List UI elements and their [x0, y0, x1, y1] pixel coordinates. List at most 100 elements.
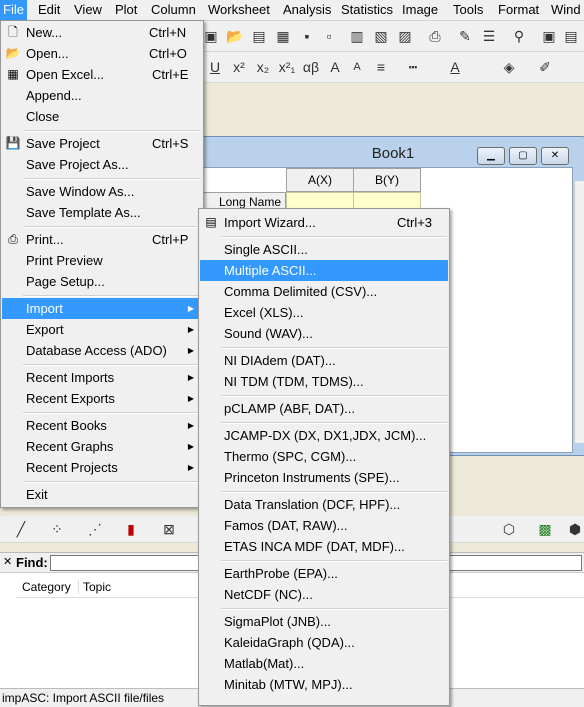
- scatter-plot-icon[interactable]: ⁘: [48, 520, 66, 538]
- line-symbol-plot-icon[interactable]: ⋰: [86, 520, 104, 538]
- column-topic[interactable]: Topic: [78, 580, 111, 594]
- file-menu-recent-imports[interactable]: Recent Imports ▶: [2, 367, 202, 388]
- align-icon[interactable]: ≡: [372, 58, 390, 76]
- import-kaleidagraph[interactable]: KaleidaGraph (QDA)...: [200, 632, 448, 653]
- save-template-icon[interactable]: ▫: [320, 27, 338, 45]
- menu-window[interactable]: Wind: [548, 0, 584, 20]
- import-thermo[interactable]: Thermo (SPC, CGM)...: [200, 446, 448, 467]
- file-menu-import[interactable]: Import ▶: [2, 298, 202, 319]
- menu-plot[interactable]: Plot: [112, 0, 140, 20]
- vertical-scrollbar[interactable]: [574, 181, 584, 443]
- menu-file[interactable]: File: [0, 0, 27, 20]
- menu-tools[interactable]: Tools: [450, 0, 486, 20]
- supsub-button[interactable]: x²₁: [278, 58, 296, 76]
- open-template-icon[interactable]: ▤: [250, 27, 268, 45]
- import-matlab[interactable]: Matlab(Mat)...: [200, 653, 448, 674]
- import-etas-inca[interactable]: ETAS INCA MDF (DAT, MDF)...: [200, 536, 448, 557]
- file-menu-recent-graphs[interactable]: Recent Graphs ▶: [2, 436, 202, 457]
- file-menu-print[interactable]: ⎙ Print... Ctrl+P: [2, 229, 202, 250]
- menu-view[interactable]: View: [71, 0, 105, 20]
- code-builder-icon[interactable]: ✎: [456, 27, 474, 45]
- grow-font-button[interactable]: A: [326, 58, 344, 76]
- shrink-font-button[interactable]: A: [348, 58, 366, 76]
- item-label: ETAS INCA MDF (DAT, MDF)...: [224, 539, 405, 554]
- item-label: Save Window As...: [26, 184, 135, 199]
- color-map-icon[interactable]: ▩: [536, 520, 554, 538]
- import-pclamp[interactable]: pCLAMP (ABF, DAT)...: [200, 398, 448, 419]
- menu-edit[interactable]: Edit: [35, 0, 63, 20]
- import-single-ascii[interactable]: Single ASCII...: [200, 239, 448, 260]
- import-icon[interactable]: ▥: [348, 27, 366, 45]
- subscript-button[interactable]: x₂: [254, 58, 272, 76]
- menu-image[interactable]: Image: [399, 0, 441, 20]
- menu-column[interactable]: Column: [148, 0, 199, 20]
- file-menu-open-excel[interactable]: ▦ Open Excel... Ctrl+E: [2, 64, 202, 85]
- file-menu-new[interactable]: 🗋 New... Ctrl+N: [2, 22, 202, 43]
- menu-statistics[interactable]: Statistics: [338, 0, 396, 20]
- file-menu-save-window-as[interactable]: Save Window As...: [2, 181, 202, 202]
- close-find-icon[interactable]: ✕: [3, 555, 12, 568]
- open-excel-icon[interactable]: ▦: [274, 27, 292, 45]
- file-menu-recent-exports[interactable]: Recent Exports ▶: [2, 388, 202, 409]
- results-log-icon[interactable]: ☰: [480, 27, 498, 45]
- column-plot-icon[interactable]: ▮: [122, 520, 140, 538]
- line-color-icon[interactable]: ✐: [536, 58, 554, 76]
- import-ni-tdm[interactable]: NI TDM (TDM, TDMS)...: [200, 371, 448, 392]
- toolbar-misc-icon[interactable]: ▣: [202, 27, 220, 45]
- import-earthprobe[interactable]: EarthProbe (EPA)...: [200, 563, 448, 584]
- open-icon[interactable]: 📂: [226, 27, 244, 45]
- menu-worksheet[interactable]: Worksheet: [205, 0, 273, 20]
- file-menu-print-preview[interactable]: Print Preview: [2, 250, 202, 271]
- menu-format[interactable]: Format: [495, 0, 542, 20]
- file-menu-recent-books[interactable]: Recent Books ▶: [2, 415, 202, 436]
- column-header-a[interactable]: A(X): [286, 168, 354, 192]
- file-menu-recent-projects[interactable]: Recent Projects ▶: [2, 457, 202, 478]
- import-princeton[interactable]: Princeton Instruments (SPE)...: [200, 467, 448, 488]
- import-data-translation[interactable]: Data Translation (DCF, HPF)...: [200, 494, 448, 515]
- import-netcdf[interactable]: NetCDF (NC)...: [200, 584, 448, 605]
- import-wizard-item[interactable]: ▤ Import Wizard... Ctrl+3: [200, 212, 448, 233]
- file-menu-export[interactable]: Export ▶: [2, 319, 202, 340]
- menu-analysis[interactable]: Analysis: [280, 0, 334, 20]
- messages-icon[interactable]: ▤: [562, 27, 580, 45]
- maximize-button[interactable]: ▢: [509, 147, 537, 165]
- close-button[interactable]: ✕: [541, 147, 569, 165]
- file-menu-save-template-as[interactable]: Save Template As...: [2, 202, 202, 223]
- project-explorer-icon[interactable]: ⚲: [510, 27, 528, 45]
- file-menu-save-project-as[interactable]: Save Project As...: [2, 154, 202, 175]
- font-color-icon[interactable]: A: [446, 58, 464, 76]
- fill-color-icon[interactable]: ◈: [500, 58, 518, 76]
- column-header-b[interactable]: B(Y): [353, 168, 421, 192]
- save-icon[interactable]: ▪: [298, 27, 316, 45]
- line-style-icon[interactable]: ┅: [404, 58, 422, 76]
- import-famos[interactable]: Famos (DAT, RAW)...: [200, 515, 448, 536]
- graph-tool-2-icon[interactable]: ⬢: [566, 520, 584, 538]
- minimize-button[interactable]: ▁: [477, 147, 505, 165]
- file-menu-close[interactable]: Close: [2, 106, 202, 127]
- file-menu-append[interactable]: Append...: [2, 85, 202, 106]
- import-sigmaplot[interactable]: SigmaPlot (JNB)...: [200, 611, 448, 632]
- print-icon[interactable]: ⎙: [426, 27, 444, 45]
- import-multiple-icon[interactable]: ▧: [372, 27, 390, 45]
- file-menu-open[interactable]: 📂 Open... Ctrl+O: [2, 43, 202, 64]
- command-window-icon[interactable]: ▣: [540, 27, 558, 45]
- template-plot-icon[interactable]: ⊠: [160, 520, 178, 538]
- column-category[interactable]: Category: [22, 580, 71, 594]
- import-wizard-toolbar-icon[interactable]: ▨: [396, 27, 414, 45]
- import-ni-diadem[interactable]: NI DIAdem (DAT)...: [200, 350, 448, 371]
- import-csv[interactable]: Comma Delimited (CSV)...: [200, 281, 448, 302]
- file-menu-save-project[interactable]: 💾 Save Project Ctrl+S: [2, 133, 202, 154]
- file-menu-page-setup[interactable]: Page Setup...: [2, 271, 202, 292]
- line-plot-icon[interactable]: ╱: [12, 520, 30, 538]
- import-jcamp-dx[interactable]: JCAMP-DX (DX, DX1,JDX, JCM)...: [200, 425, 448, 446]
- graph-tool-icon[interactable]: ⬡: [500, 520, 518, 538]
- import-minitab[interactable]: Minitab (MTW, MPJ)...: [200, 674, 448, 695]
- superscript-button[interactable]: x²: [230, 58, 248, 76]
- underline-icon[interactable]: U: [206, 58, 224, 76]
- import-sound[interactable]: Sound (WAV)...: [200, 323, 448, 344]
- import-multiple-ascii[interactable]: Multiple ASCII...: [200, 260, 448, 281]
- greek-button[interactable]: αβ: [300, 58, 322, 76]
- import-excel[interactable]: Excel (XLS)...: [200, 302, 448, 323]
- file-menu-database-access[interactable]: Database Access (ADO) ▶: [2, 340, 202, 361]
- file-menu-exit[interactable]: Exit: [2, 484, 202, 505]
